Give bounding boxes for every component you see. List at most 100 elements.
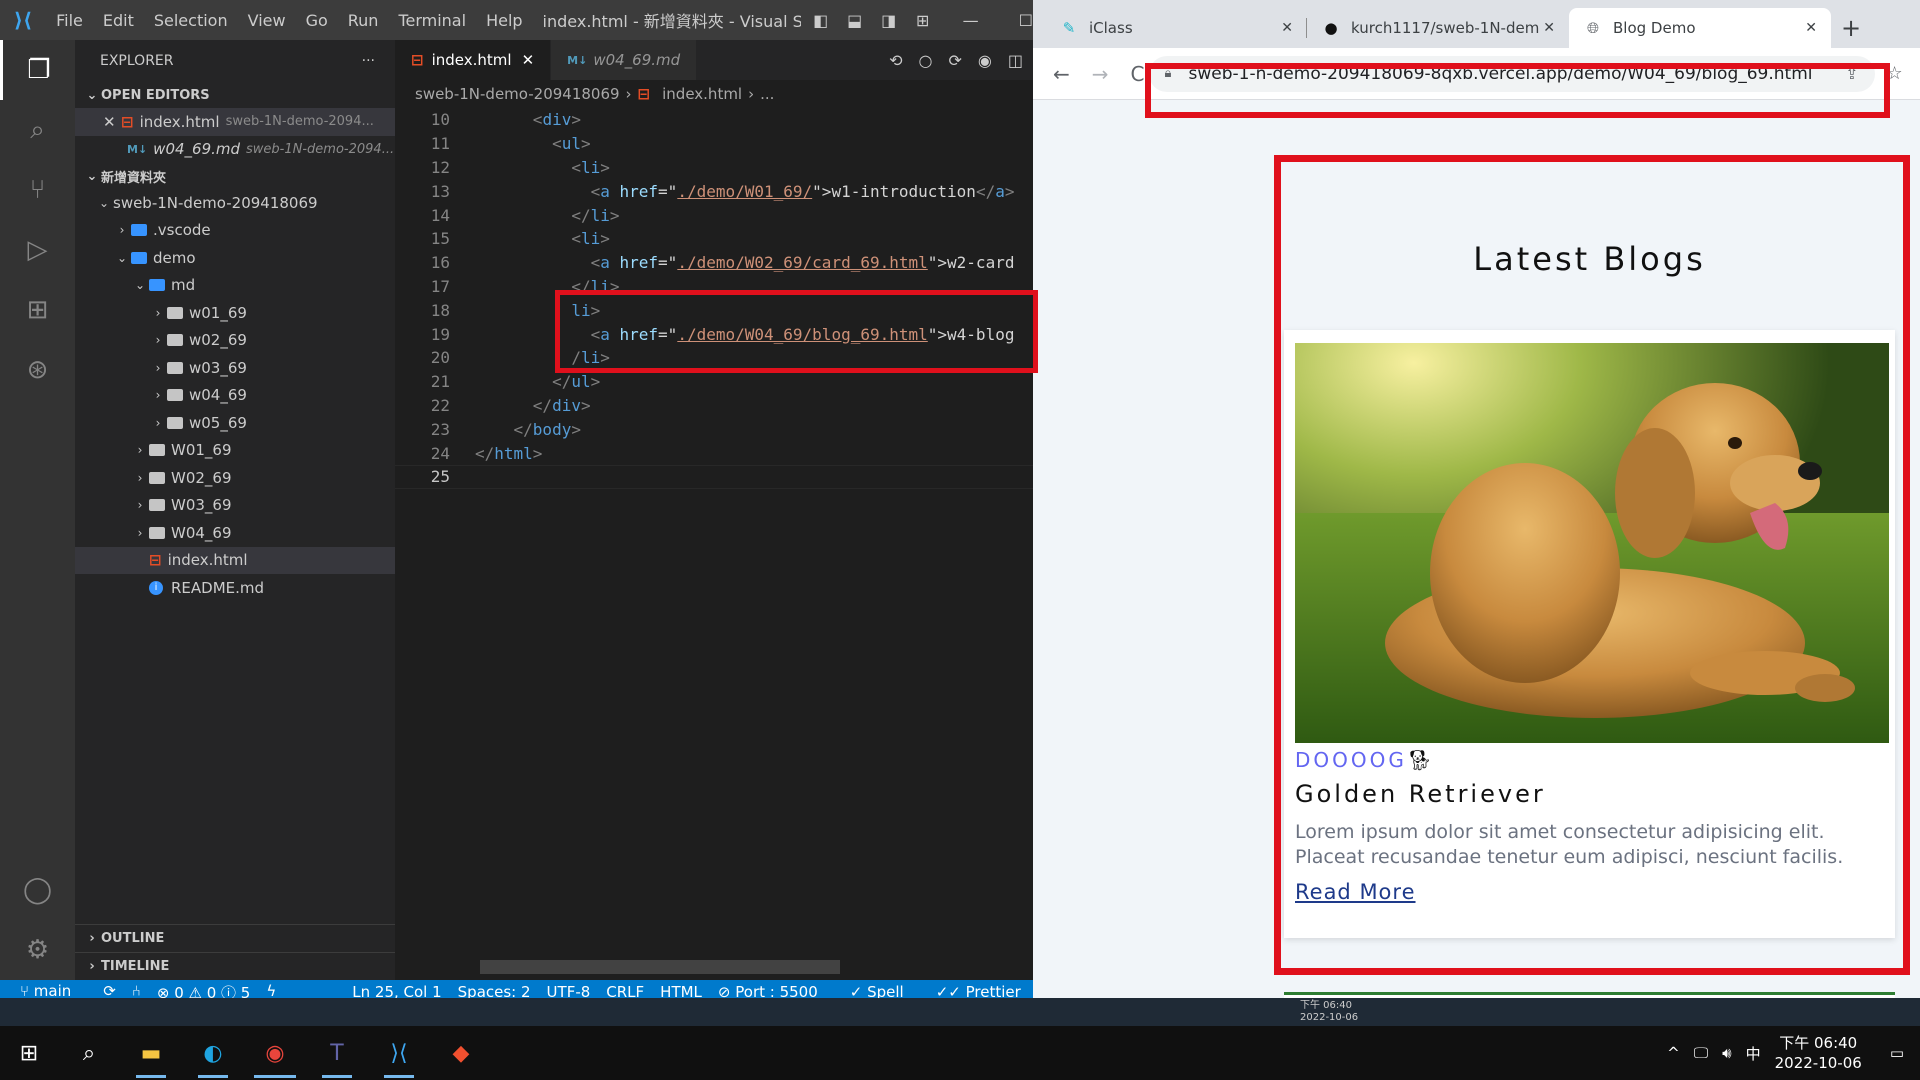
- close-icon[interactable]: ✕: [1281, 20, 1293, 36]
- code-line[interactable]: 12 <li>: [395, 156, 1033, 180]
- menu-view[interactable]: View: [248, 11, 286, 30]
- ime-indicator[interactable]: 中: [1746, 1043, 1761, 1064]
- volume-icon[interactable]: 🔊︎: [1722, 1044, 1731, 1062]
- customize-layout-icon[interactable]: ⊞: [913, 11, 933, 30]
- tree-item-w01-69[interactable]: › w01_69: [75, 299, 395, 327]
- menu-go[interactable]: Go: [306, 11, 328, 30]
- code-line[interactable]: 16 <a href="./demo/W02_69/card_69.html">…: [395, 251, 1033, 275]
- breadcrumb-folder[interactable]: sweb-1N-demo-209418069: [415, 85, 620, 103]
- code-token: >: [571, 419, 581, 439]
- workspace-section[interactable]: ⌄ 新增資料夾: [75, 163, 395, 189]
- outline-section[interactable]: › OUTLINE: [75, 924, 395, 952]
- run-debug-icon[interactable]: ▷: [0, 220, 75, 280]
- explorer-icon[interactable]: ❐: [0, 40, 75, 100]
- settings-gear-icon[interactable]: ⚙: [0, 920, 75, 980]
- chrome-icon[interactable]: ◉: [244, 1026, 306, 1080]
- open-editor-item[interactable]: M↓ w04_69.md sweb-1N-demo-2094...: [75, 136, 395, 164]
- horizontal-scrollbar[interactable]: [480, 960, 840, 974]
- tree-item-label: index.html: [167, 551, 248, 570]
- tree-item-w03-69[interactable]: › w03_69: [75, 354, 395, 382]
- tree-item-w02-69[interactable]: › W02_69: [75, 464, 395, 492]
- edge-icon[interactable]: ◐: [182, 1026, 244, 1080]
- tray-overflow-icon[interactable]: ^: [1667, 1044, 1680, 1062]
- tree-item-readme-md[interactable]: i README.md: [75, 574, 395, 602]
- tree-item-w04-69[interactable]: › W04_69: [75, 519, 395, 547]
- toggle-panel-icon[interactable]: ⬓: [845, 11, 865, 30]
- tree-item-w05-69[interactable]: › w05_69: [75, 409, 395, 437]
- file-explorer-icon[interactable]: ▬: [120, 1026, 182, 1080]
- clock[interactable]: 下午 06:40 2022-10-06: [1775, 1033, 1862, 1073]
- open-editors-section[interactable]: ⌄ OPEN EDITORS: [75, 82, 395, 108]
- code-line[interactable]: 21 </ul>: [395, 370, 1033, 394]
- tree-item-w03-69[interactable]: › W03_69: [75, 492, 395, 520]
- code-line[interactable]: 24 </html>: [395, 441, 1033, 465]
- close-icon[interactable]: ✕: [1805, 20, 1817, 36]
- git-graph-icon[interactable]: ⊛: [0, 340, 75, 400]
- source-control-icon[interactable]: ⑂: [0, 160, 75, 220]
- next-change-icon[interactable]: ⟳: [949, 51, 962, 70]
- teams-icon[interactable]: T: [306, 1026, 368, 1080]
- browser-tab-iclass[interactable]: ✎ iClass ✕: [1045, 8, 1307, 48]
- tree-item-w04-69[interactable]: › w04_69: [75, 382, 395, 410]
- vscode-icon[interactable]: ⟩⟨: [368, 1026, 430, 1080]
- open-editor-item[interactable]: ✕ ⊟ index.html sweb-1N-demo-2094...: [75, 108, 395, 136]
- breadcrumb-symbol[interactable]: ...: [760, 85, 774, 103]
- git-lens-icon[interactable]: ◉: [978, 51, 992, 70]
- toggle-primary-sidebar-icon[interactable]: ◧: [811, 11, 831, 30]
- search-icon[interactable]: ⌕: [58, 1026, 120, 1080]
- folder-icon: [149, 499, 165, 512]
- compare-changes-icon[interactable]: ⟲: [889, 51, 902, 70]
- menu-selection[interactable]: Selection: [154, 11, 228, 30]
- menu-terminal[interactable]: Terminal: [398, 11, 466, 30]
- git-tool-icon[interactable]: ◆: [430, 1026, 492, 1080]
- search-icon[interactable]: ⌕: [0, 100, 75, 160]
- code-line[interactable]: 22 </div>: [395, 394, 1033, 418]
- minimize-icon[interactable]: —: [963, 11, 979, 30]
- account-icon[interactable]: ◯: [0, 860, 75, 920]
- browser-tab-github[interactable]: ● kurch1117/sweb-1N-dem ✕: [1307, 8, 1569, 48]
- close-icon[interactable]: ✕: [522, 51, 535, 69]
- tree-item-sweb-1n-demo-209418069[interactable]: ⌄ sweb-1N-demo-209418069: [75, 189, 395, 217]
- code-line[interactable]: 15 <li>: [395, 227, 1033, 251]
- code-line[interactable]: 10 <div>: [395, 108, 1033, 132]
- tab-index-html[interactable]: ⊟ index.html ✕: [395, 40, 552, 80]
- line-number: 22: [430, 395, 450, 415]
- code-line[interactable]: 14 </li>: [395, 203, 1033, 227]
- close-icon[interactable]: ✕: [1543, 20, 1555, 36]
- tree-item-w02-69[interactable]: › w02_69: [75, 327, 395, 355]
- code-line[interactable]: 11 <ul>: [395, 132, 1033, 156]
- menu-file[interactable]: File: [56, 11, 83, 30]
- more-actions-icon[interactable]: ···: [362, 53, 375, 69]
- notifications-icon[interactable]: ▭: [1890, 1044, 1904, 1062]
- extensions-icon[interactable]: ⊞: [0, 280, 75, 340]
- windows-start-icon[interactable]: ⊞: [0, 1026, 58, 1080]
- tree-item-index-html[interactable]: ⊟ index.html: [75, 546, 395, 574]
- timeline-section[interactable]: › TIMELINE: [75, 952, 395, 980]
- toggle-secondary-sidebar-icon[interactable]: ◨: [879, 11, 899, 30]
- menu-help[interactable]: Help: [486, 11, 522, 30]
- tab-w04-md[interactable]: M↓ w04_69.md: [551, 40, 698, 80]
- tree-item-vscode[interactable]: › .vscode: [75, 217, 395, 245]
- tree-item-w01-69[interactable]: › W01_69: [75, 437, 395, 465]
- previous-change-icon[interactable]: ○: [919, 51, 933, 70]
- split-editor-icon[interactable]: ◫: [1008, 51, 1023, 70]
- forward-icon[interactable]: →: [1092, 62, 1109, 86]
- menu-edit[interactable]: Edit: [103, 11, 134, 30]
- network-icon[interactable]: 🖵︎: [1694, 1044, 1708, 1062]
- maximize-icon[interactable]: ☐: [1019, 11, 1033, 30]
- back-icon[interactable]: ←: [1053, 62, 1070, 86]
- code-line[interactable]: 23 </body>: [395, 417, 1033, 441]
- breadcrumb-file[interactable]: index.html: [662, 85, 742, 103]
- code-line[interactable]: 25: [395, 464, 1033, 489]
- reload-icon[interactable]: C: [1131, 62, 1145, 86]
- browser-tab-blog-demo[interactable]: 🌐︎ Blog Demo ✕: [1569, 8, 1831, 48]
- new-tab-button[interactable]: +: [1831, 8, 1871, 48]
- tree-item-md[interactable]: ⌄ md: [75, 272, 395, 300]
- menu-run[interactable]: Run: [348, 11, 379, 30]
- close-icon[interactable]: ✕: [103, 113, 121, 131]
- code-line[interactable]: 13 <a href="./demo/W01_69/">w1-introduct…: [395, 179, 1033, 203]
- code-token: >: [580, 134, 591, 154]
- tree-item-demo[interactable]: ⌄ demo: [75, 244, 395, 272]
- code-token: body: [532, 419, 572, 439]
